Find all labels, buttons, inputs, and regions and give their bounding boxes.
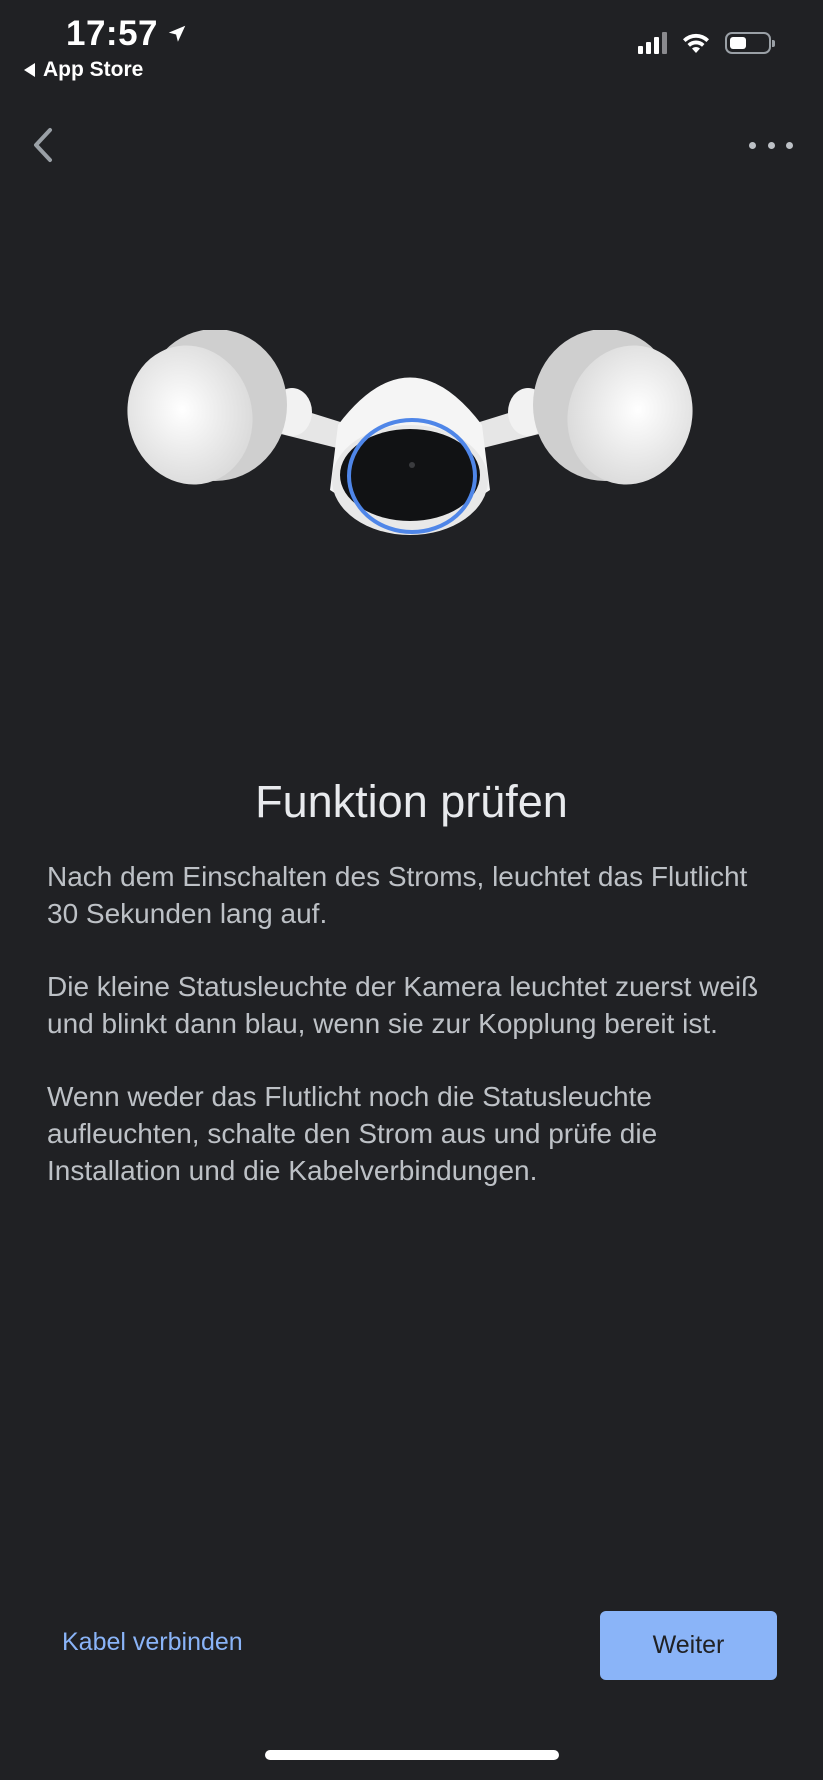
back-app-label: App Store (43, 58, 144, 81)
status-bar: 17:57 App Store (0, 0, 823, 90)
instructions-text: Nach dem Einschalten des Stroms, leuchte… (47, 858, 782, 1225)
status-time-group: 17:57 (66, 14, 188, 54)
wifi-icon (683, 33, 709, 53)
chevron-left-icon (34, 128, 52, 162)
status-time: 17:57 (66, 14, 159, 53)
page-title: Funktion prüfen (255, 776, 568, 827)
battery-icon (725, 32, 775, 54)
back-triangle-icon (24, 63, 35, 77)
home-indicator[interactable] (265, 1750, 559, 1760)
status-indicators (638, 32, 775, 54)
back-button[interactable] (26, 120, 62, 170)
next-button[interactable]: Weiter (600, 1611, 777, 1680)
instruction-paragraph: Die kleine Statusleuchte der Kamera leuc… (47, 971, 759, 1039)
cellular-signal-icon (638, 32, 667, 54)
more-horizontal-icon (749, 141, 756, 149)
connect-cable-link-button[interactable]: Kabel verbinden (62, 1628, 243, 1657)
instruction-paragraph: Nach dem Einschalten des Stroms, leuchte… (47, 861, 748, 929)
floodlight-camera-illustration (120, 329, 700, 590)
back-to-app-store-link[interactable]: App Store (24, 58, 143, 82)
more-options-button[interactable] (749, 130, 793, 160)
instruction-paragraph: Wenn weder das Flutlicht noch die Status… (47, 1081, 658, 1186)
location-arrow-icon (168, 25, 186, 42)
